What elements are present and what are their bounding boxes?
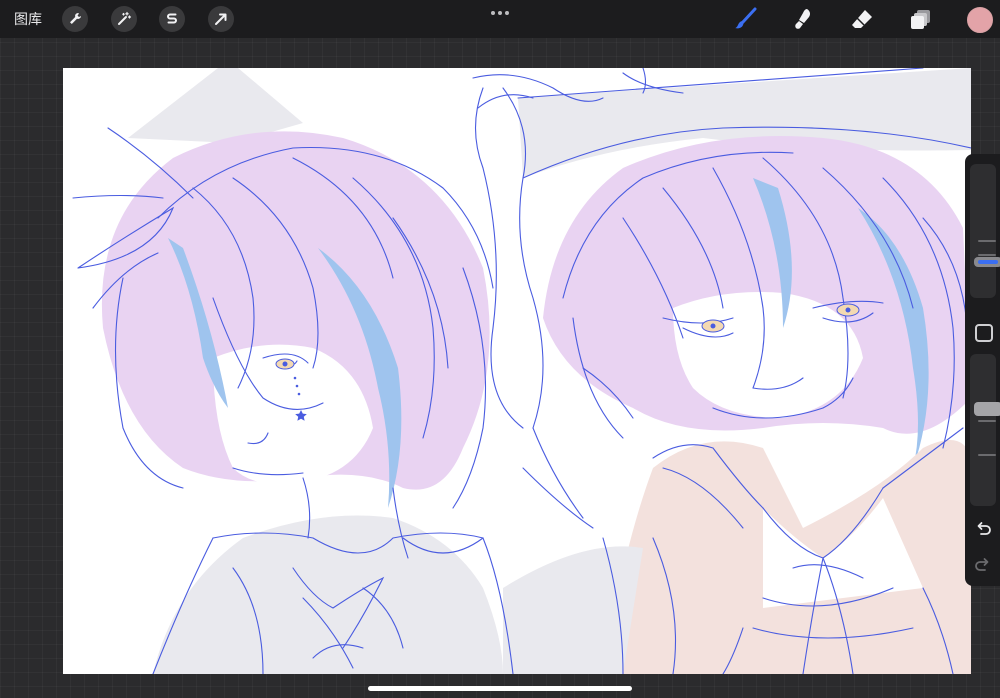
brush-size-thumb[interactable] bbox=[974, 257, 1000, 267]
undo-icon[interactable] bbox=[974, 520, 992, 538]
gallery-button[interactable]: 图库 bbox=[14, 9, 42, 29]
magic-wand-icon[interactable] bbox=[111, 6, 137, 32]
opacity-tick-2 bbox=[978, 454, 996, 456]
drawing-canvas[interactable] bbox=[63, 68, 971, 674]
smudge-icon[interactable] bbox=[790, 6, 816, 32]
square-modify-icon[interactable] bbox=[975, 324, 993, 342]
brush-icon[interactable] bbox=[732, 6, 758, 32]
home-indicator[interactable] bbox=[368, 686, 632, 691]
redo-icon[interactable] bbox=[974, 556, 992, 574]
wrench-icon[interactable] bbox=[62, 6, 88, 32]
transform-arrow-icon[interactable] bbox=[208, 6, 234, 32]
size-tick-1 bbox=[978, 240, 996, 242]
eraser-icon[interactable] bbox=[849, 6, 875, 32]
top-toolbar: 图库 bbox=[0, 0, 1000, 38]
brush-size-indicator bbox=[978, 260, 998, 264]
size-tick-2 bbox=[978, 254, 996, 256]
selection-s-icon[interactable] bbox=[159, 6, 185, 32]
middle-shadow bbox=[503, 546, 643, 674]
sketch-artwork bbox=[72, 68, 971, 674]
color-picker-swatch[interactable] bbox=[967, 7, 993, 33]
brush-sidebar bbox=[965, 154, 1000, 586]
brush-opacity-slider[interactable] bbox=[970, 354, 1000, 506]
layers-icon[interactable] bbox=[908, 6, 934, 32]
opacity-tick-1 bbox=[978, 420, 996, 422]
more-dots-icon[interactable] bbox=[488, 4, 512, 16]
brush-size-slider[interactable] bbox=[970, 164, 1000, 298]
brush-opacity-thumb[interactable] bbox=[974, 402, 1000, 416]
left-coat bbox=[153, 515, 503, 674]
